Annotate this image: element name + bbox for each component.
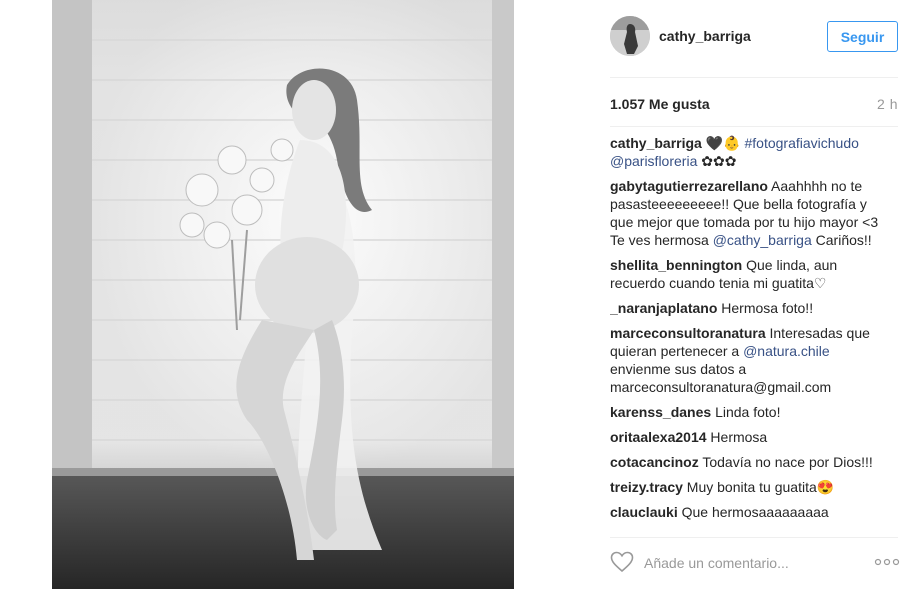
comment-text: Linda foto! [711,404,781,420]
comment: karenss_danes Linda foto! [610,403,894,421]
comment: treizy.tracy Muy bonita tu guatita😍 [610,478,894,496]
caption-flowers: ✿✿✿ [701,153,737,169]
likes-count[interactable]: 1.057 Me gusta [610,96,710,112]
photo-image [52,0,514,589]
comment: shellita_bennington Que linda, aun recue… [610,256,894,292]
comment-username[interactable]: karenss_danes [610,404,711,420]
comment-bar [610,548,900,580]
comment-text: Que hermosaaaaaaaaa [677,504,829,520]
caption: cathy_barriga 🖤👶 #fotografiavichudo @par… [610,134,894,170]
caption-mention[interactable]: @parisfloreria [610,153,697,169]
avatar[interactable] [610,16,650,56]
post-photo[interactable] [52,0,514,589]
comment: _naranjaplatano Hermosa foto!! [610,299,894,317]
comment-username[interactable]: shellita_bennington [610,257,742,273]
comment-text-after: envienme sus datos a marceconsultoranatu… [610,361,832,395]
comment-text: Todavía no nace por Dios!!! [698,454,873,470]
caption-emojis: 🖤👶 [705,135,741,151]
comment-text: Hermosa [706,429,768,445]
comment-mention[interactable]: @natura.chile [743,343,830,359]
header-divider [610,77,898,78]
comment: marceconsultoranatura Interesadas que qu… [610,324,894,396]
follow-button[interactable]: Seguir [827,21,898,52]
comment-mention[interactable]: @cathy_barriga [713,232,812,248]
comment-text-after: Cariños!! [811,232,872,248]
comment-text: Hermosa foto!! [717,300,814,316]
comment-username[interactable]: oritaalexa2014 [610,429,707,445]
comment-text: Muy bonita tu guatita😍 [682,479,835,495]
caption-username[interactable]: cathy_barriga [610,135,702,151]
caption-hashtag[interactable]: #fotografiavichudo [744,135,858,151]
comments-list[interactable]: cathy_barriga 🖤👶 #fotografiavichudo @par… [610,134,894,529]
author-username[interactable]: cathy_barriga [659,28,751,44]
comment: cotacancinoz Todavía no nace por Dios!!! [610,453,894,471]
comment-username[interactable]: treizy.tracy [610,479,683,495]
comment-username[interactable]: cotacancinoz [610,454,699,470]
comment-username[interactable]: gabytagutierrezarellano [610,178,768,194]
comment: oritaalexa2014 Hermosa [610,428,894,446]
more-options-icon[interactable] [874,556,900,568]
comment-username[interactable]: marceconsultoranatura [610,325,766,341]
likes-row: 1.057 Me gusta 2 h [610,96,898,114]
comment: clauclauki Que hermosaaaaaaaaa [610,503,894,521]
likes-divider [610,126,898,127]
avatar-image [610,16,650,56]
comment-input[interactable] [644,553,864,573]
comment-username[interactable]: _naranjaplatano [610,300,717,316]
heart-outline-icon[interactable] [610,551,634,573]
post-time[interactable]: 2 h [877,96,898,112]
comment-username[interactable]: clauclauki [610,504,678,520]
comment: gabytagutierrezarellano Aaahhhh no te pa… [610,177,894,249]
post-header: cathy_barriga Seguir [590,0,906,78]
comments-divider [610,537,898,538]
